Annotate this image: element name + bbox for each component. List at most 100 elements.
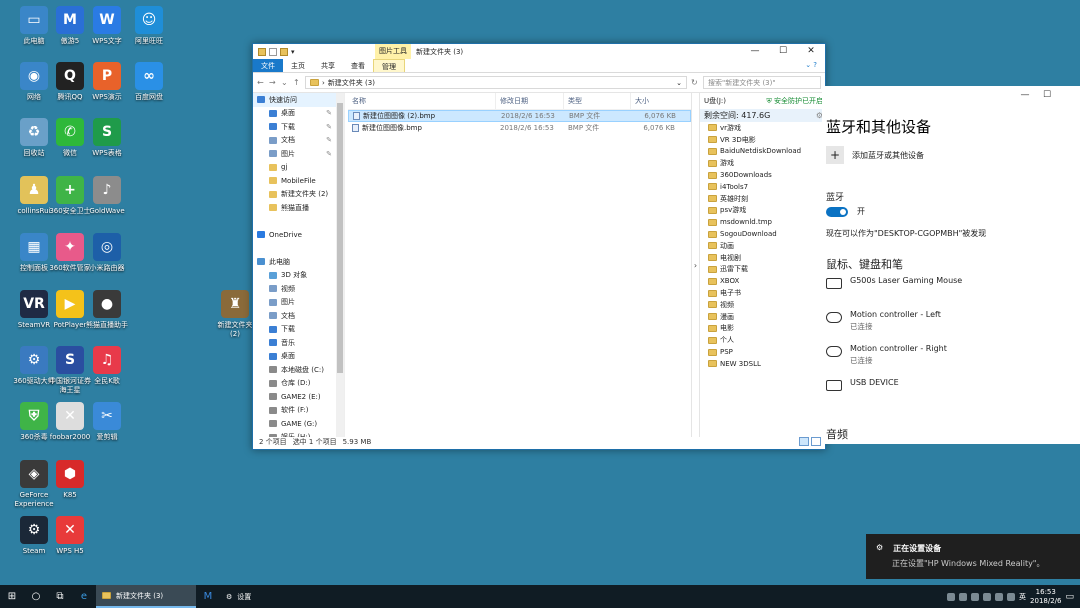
- usb-folder-item[interactable]: 电影: [708, 323, 827, 335]
- desktop-icon[interactable]: ∞ 百度网盘: [121, 62, 177, 102]
- close-button[interactable]: [1058, 86, 1080, 104]
- ribbon-expand-icon[interactable]: ⌄ ?: [797, 59, 825, 72]
- nav-item[interactable]: 桌面: [253, 350, 344, 364]
- usb-drive-pane[interactable]: U盘(J:) ⛨ 安全防护已开启 剩余空间: 417.6G ⚙ vr游戏 VR 3…: [699, 93, 827, 437]
- nav-scrollbar[interactable]: [336, 93, 344, 437]
- col-date[interactable]: 修改日期: [496, 93, 564, 109]
- clock[interactable]: 16:53 2018/2/6: [1030, 588, 1061, 606]
- desktop-icon[interactable]: ● 熊猫直播助手: [79, 290, 135, 330]
- desktop-icon[interactable]: ♪ GoldWave: [79, 176, 135, 216]
- nav-item[interactable]: 音乐: [253, 336, 344, 350]
- device-mouse[interactable]: G500s Laser Gaming Mouse: [826, 276, 962, 289]
- usb-folder-item[interactable]: 视频: [708, 299, 827, 311]
- pin-icon[interactable]: ✎: [326, 150, 332, 158]
- usb-folder-item[interactable]: psv游戏: [708, 205, 827, 217]
- usb-safe-badge[interactable]: ⛨ 安全防护已开启: [767, 96, 823, 106]
- nav-item[interactable]: 文档 ✎: [253, 134, 344, 148]
- col-name[interactable]: 名称: [348, 93, 496, 109]
- taskbar-item-explorer[interactable]: 新建文件夹 (3): [96, 585, 196, 608]
- usb-drive-label[interactable]: U盘(J:): [704, 96, 726, 106]
- expand-pane-icon[interactable]: ›: [691, 93, 699, 437]
- file-list[interactable]: 名称 修改日期 类型 大小 新建位图图像 (2).bmp 2018/2/6 16:…: [348, 93, 691, 437]
- nav-item[interactable]: 文档: [253, 309, 344, 323]
- cortana-icon[interactable]: ○: [24, 585, 48, 608]
- taskbar-item-settings[interactable]: ⚙ 设置: [220, 585, 257, 608]
- nav-item[interactable]: GAME (G:): [253, 417, 344, 431]
- usb-folder-item[interactable]: 游戏: [708, 157, 827, 169]
- nav-item[interactable]: OneDrive: [253, 228, 344, 242]
- file-row[interactable]: 新建位图图像.bmp 2018/2/6 16:53 BMP 文件 6,076 KB: [348, 122, 691, 134]
- usb-folder-item[interactable]: VR 3D电影: [708, 134, 827, 146]
- device-usb[interactable]: USB DEVICE: [826, 378, 899, 391]
- usb-folder-item[interactable]: vr游戏: [708, 122, 827, 134]
- usb-folder-item[interactable]: 电子书: [708, 287, 827, 299]
- usb-folder-item[interactable]: NEW 3DSLL: [708, 358, 827, 370]
- nav-item[interactable]: 新建文件夹 (2): [253, 188, 344, 202]
- breadcrumb-current[interactable]: 新建文件夹 (3): [328, 78, 375, 88]
- desktop-icon[interactable]: ☺ 阿里旺旺: [121, 6, 177, 46]
- usb-folder-item[interactable]: 迅雷下载: [708, 264, 827, 276]
- desktop-icon[interactable]: ♫ 全民K歌: [79, 346, 135, 386]
- notification-toast[interactable]: ⚙ 正在设置设备 正在设置"HP Windows Mixed Reality"。: [866, 534, 1080, 579]
- usb-folder-item[interactable]: 动画: [708, 240, 827, 252]
- details-view-icon[interactable]: [799, 437, 809, 446]
- title-bar[interactable]: ▾ 图片工具 新建文件夹 (3) — ☐ ✕: [253, 44, 825, 59]
- notifications-icon[interactable]: ▭: [1065, 592, 1074, 602]
- nav-item[interactable]: gj: [253, 161, 344, 175]
- nav-item[interactable]: 本地磁盘 (C:): [253, 363, 344, 377]
- col-size[interactable]: 大小: [631, 93, 679, 109]
- settings-window[interactable]: — ☐ 蓝牙和其他设备 + 添加蓝牙或其他设备 蓝牙 开 现在可以作为"DESK…: [822, 86, 1080, 444]
- tab-view[interactable]: 查看: [343, 59, 373, 72]
- desktop-icon[interactable]: S WPS表格: [79, 118, 135, 158]
- usb-folder-item[interactable]: BaiduNetdiskDownload: [708, 146, 827, 158]
- tray-icon[interactable]: [995, 592, 1004, 601]
- ribbon-tabs[interactable]: 文件 主页 共享 查看 管理 ⌄ ?: [253, 59, 825, 73]
- bluetooth-toggle[interactable]: 开: [826, 206, 865, 217]
- nav-item[interactable]: GAME2 (E:): [253, 390, 344, 404]
- task-view-icon[interactable]: ⧉: [48, 585, 72, 608]
- tab-file[interactable]: 文件: [253, 59, 283, 72]
- maximize-button[interactable]: ☐: [1036, 86, 1058, 104]
- desktop-icon[interactable]: ✕ WPS H5: [42, 516, 98, 556]
- maxthon-icon[interactable]: M: [196, 585, 220, 608]
- tab-manage[interactable]: 管理: [373, 59, 405, 72]
- usb-folder-item[interactable]: 英雄时刻: [708, 193, 827, 205]
- up-icon[interactable]: ↑: [293, 78, 301, 87]
- nav-item[interactable]: 图片 ✎: [253, 147, 344, 161]
- tray-icon[interactable]: [959, 592, 968, 601]
- forward-icon[interactable]: →: [269, 78, 277, 87]
- usb-folder-item[interactable]: 个人: [708, 334, 827, 346]
- file-explorer-window[interactable]: ▾ 图片工具 新建文件夹 (3) — ☐ ✕ 文件 主页 共享 查看 管理 ⌄ …: [252, 43, 827, 450]
- desktop-icon[interactable]: ✂ 爱剪辑: [79, 402, 135, 442]
- close-button[interactable]: ✕: [797, 44, 825, 59]
- search-input[interactable]: 搜索"新建文件夹 (3)": [703, 76, 821, 89]
- add-device-button[interactable]: + 添加蓝牙或其他设备: [826, 146, 924, 164]
- new-folder-icon[interactable]: [280, 47, 288, 56]
- tab-home[interactable]: 主页: [283, 59, 313, 72]
- nav-item[interactable]: 此电脑: [253, 255, 344, 269]
- pin-icon[interactable]: ✎: [326, 109, 332, 117]
- back-icon[interactable]: ←: [257, 78, 265, 87]
- tab-share[interactable]: 共享: [313, 59, 343, 72]
- nav-item[interactable]: 软件 (F:): [253, 404, 344, 418]
- nav-item[interactable]: 桌面 ✎: [253, 107, 344, 121]
- maximize-button[interactable]: ☐: [769, 44, 797, 59]
- quick-access-toolbar[interactable]: ▾: [253, 47, 295, 56]
- nav-item[interactable]: 下载: [253, 323, 344, 337]
- device-controller-right[interactable]: Motion controller - Right 已连接: [826, 344, 947, 366]
- edge-icon[interactable]: e: [72, 585, 96, 608]
- qat-dropdown-icon[interactable]: ▾: [291, 48, 295, 56]
- minimize-button[interactable]: —: [741, 44, 769, 59]
- usb-folder-item[interactable]: XBOX: [708, 275, 827, 287]
- properties-icon[interactable]: [269, 47, 277, 56]
- tray-icon[interactable]: [947, 592, 956, 601]
- nav-item[interactable]: 仓库 (D:): [253, 377, 344, 391]
- usb-folder-item[interactable]: msdownld.tmp: [708, 216, 827, 228]
- col-type[interactable]: 类型: [564, 93, 631, 109]
- address-bar[interactable]: › 新建文件夹 (3) ⌄: [305, 76, 687, 89]
- address-dropdown-icon[interactable]: ⌄: [676, 79, 682, 87]
- nav-item[interactable]: 下载 ✎: [253, 120, 344, 134]
- usb-folder-item[interactable]: PSP: [708, 346, 827, 358]
- nav-item[interactable]: 快速访问: [253, 93, 344, 107]
- nav-scroll-thumb[interactable]: [337, 103, 343, 373]
